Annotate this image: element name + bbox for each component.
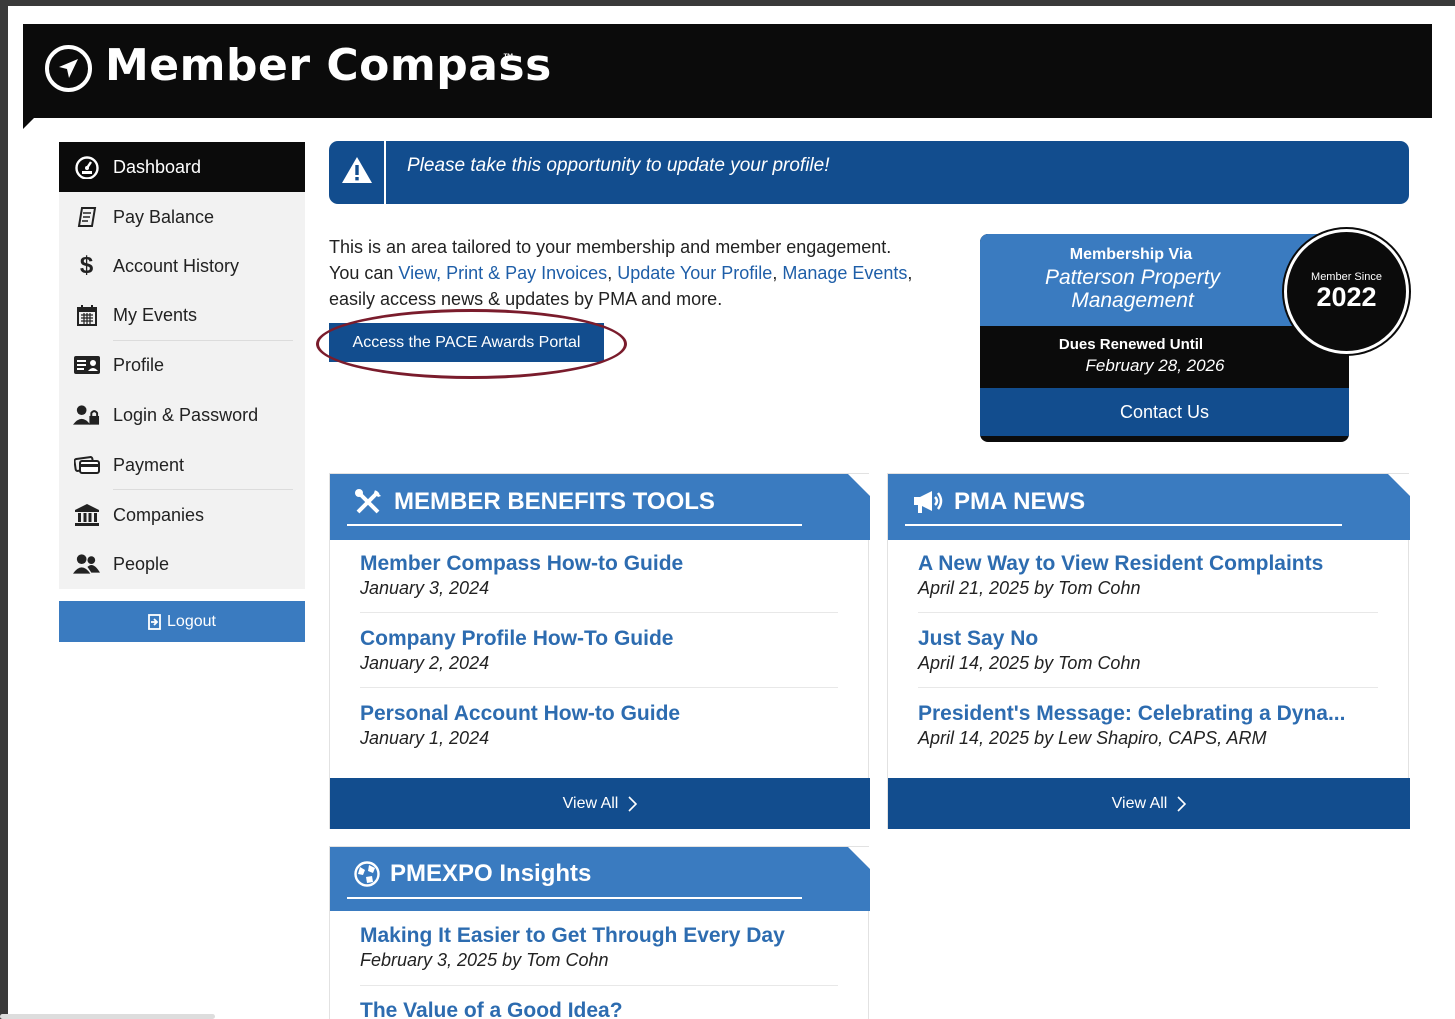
list-item[interactable]: Making It Easier to Get Through Every Da… (360, 924, 785, 971)
membership-company: Patterson Property Management (1044, 266, 1221, 312)
app-title: Member Compass (105, 40, 552, 91)
dashboard-icon (73, 155, 100, 179)
sidebar-item-profile[interactable]: Profile (59, 340, 305, 390)
sidebar-item-account-history[interactable]: $ Account History (59, 241, 305, 291)
list-item[interactable]: President's Message: Celebrating a Dyna.… (918, 702, 1345, 749)
sign-out-icon (148, 613, 162, 630)
post-date: January 2, 2024 (360, 653, 490, 673)
users-icon (73, 552, 100, 576)
member-since-year: 2022 (1316, 282, 1377, 312)
logout-button[interactable]: Logout (59, 601, 305, 642)
list-item[interactable]: Member Compass How-to Guide January 3, 2… (360, 552, 683, 599)
sidebar-item-my-events[interactable]: My Events (59, 290, 305, 340)
list-item[interactable]: Company Profile How-To Guide January 2, … (360, 627, 673, 674)
sidebar-item-companies[interactable]: Companies (59, 490, 305, 540)
list-item[interactable]: Just Say No April 14, 2025 by Tom Cohn (918, 627, 1140, 674)
post-title-link[interactable]: A New Way to View Resident Complaints (918, 552, 1323, 576)
post-title-link[interactable]: Just Say No (918, 627, 1140, 651)
view-all-button[interactable]: View All (330, 778, 870, 829)
calendar-icon (73, 303, 100, 327)
post-title-link[interactable]: Personal Account How-to Guide (360, 702, 680, 726)
highlight-annotation-oval (316, 309, 627, 379)
profile-update-alert: Please take this opportunity to update y… (329, 141, 1409, 204)
intro-text: This is an area tailored to your members… (329, 237, 913, 309)
dues-renewed-label: Dues Renewed Until (1058, 336, 1204, 353)
update-profile-link[interactable]: Update Your Profile (617, 263, 772, 283)
post-date: April 14, 2025 by Lew Shapiro, CAPS, ARM (918, 728, 1267, 748)
alert-text: Please take this opportunity to update y… (407, 155, 830, 176)
panel-title: MEMBER BENEFITS TOOLS (354, 488, 715, 516)
view-print-pay-invoices-link[interactable]: View, Print & Pay Invoices (398, 263, 607, 283)
sidebar-nav: Dashboard Pay Balance $ Account History … (59, 142, 305, 589)
sidebar-item-label: Pay Balance (113, 206, 215, 227)
logout-label: Logout (167, 612, 216, 630)
post-date: January 1, 2024 (360, 728, 490, 748)
bank-icon (73, 503, 100, 527)
tools-icon (354, 488, 384, 516)
dues-renewed-date: February 28, 2026 (1085, 356, 1225, 375)
sidebar-item-label: Login & Password (113, 404, 259, 425)
pmexpo-insights-panel: PMEXPO Insights Making It Easier to Get … (329, 846, 870, 1019)
contact-us-button[interactable]: Contact Us (980, 388, 1349, 436)
warning-icon (341, 156, 373, 189)
sidebar-item-label: Account History (113, 255, 240, 276)
view-all-button[interactable]: View All (888, 778, 1410, 829)
member-benefits-panel: MEMBER BENEFITS TOOLS Member Compass How… (329, 473, 870, 829)
megaphone-icon (912, 489, 944, 515)
sidebar-item-label: Payment (113, 454, 185, 475)
id-card-icon (73, 353, 100, 377)
trademark-symbol: ™ (503, 52, 514, 64)
post-title-link[interactable]: Member Compass How-to Guide (360, 552, 683, 576)
sidebar-item-label: Companies (113, 504, 205, 525)
pma-news-panel: PMA NEWS A New Way to View Resident Comp… (887, 473, 1410, 829)
sidebar-item-pay-balance[interactable]: Pay Balance (59, 192, 305, 242)
post-title-link[interactable]: President's Message: Celebrating a Dyna.… (918, 702, 1345, 726)
sidebar-item-login-password[interactable]: Login & Password (59, 390, 305, 440)
panel-title: PMEXPO Insights (354, 860, 591, 888)
post-title-link[interactable]: Making It Easier to Get Through Every Da… (360, 924, 785, 948)
sidebar-item-label: Profile (113, 354, 165, 375)
sidebar-item-dashboard[interactable]: Dashboard (59, 142, 305, 192)
manage-events-link[interactable]: Manage Events (782, 263, 907, 283)
membership-via-label: Membership Via (1069, 246, 1193, 263)
chevron-right-icon (1177, 795, 1187, 812)
post-date: April 14, 2025 by Tom Cohn (918, 653, 1141, 673)
list-item[interactable]: The Value of a Good Idea? (360, 999, 623, 1019)
horizontal-scrollbar[interactable] (0, 1014, 215, 1019)
compass-navigation-icon (45, 45, 92, 92)
credit-card-icon (73, 453, 100, 477)
post-date: January 3, 2024 (360, 578, 490, 598)
globe-icon (354, 861, 380, 887)
post-title-link[interactable]: The Value of a Good Idea? (360, 999, 623, 1019)
sidebar-item-label: Dashboard (113, 156, 202, 177)
sidebar-item-payment[interactable]: Payment (59, 440, 305, 490)
list-item[interactable]: A New Way to View Resident Complaints Ap… (918, 552, 1323, 599)
post-title-link[interactable]: Company Profile How-To Guide (360, 627, 673, 651)
sidebar-item-label: My Events (113, 304, 198, 325)
chevron-right-icon (628, 795, 638, 812)
dollar-icon: $ (79, 252, 94, 279)
member-since-badge: Member Since 2022 (1284, 229, 1409, 354)
panel-title: PMA NEWS (912, 488, 1085, 516)
sidebar-item-people[interactable]: People (59, 539, 305, 589)
post-date: April 21, 2025 by Tom Cohn (918, 578, 1141, 598)
list-item[interactable]: Personal Account How-to Guide January 1,… (360, 702, 680, 749)
user-lock-icon (73, 403, 100, 427)
post-date: February 3, 2025 by Tom Cohn (360, 950, 609, 970)
receipt-icon (73, 205, 100, 229)
sidebar-item-label: People (113, 553, 170, 574)
